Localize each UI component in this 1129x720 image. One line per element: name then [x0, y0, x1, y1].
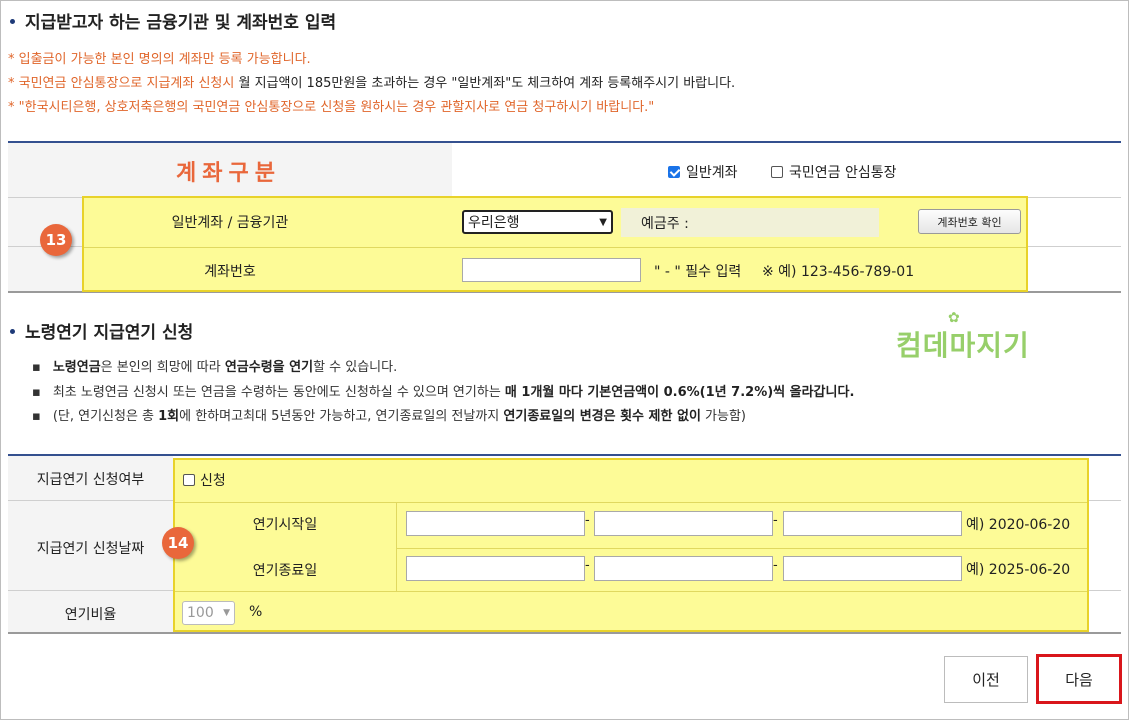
end-day-input[interactable]	[783, 556, 962, 581]
column-divider	[396, 502, 397, 591]
date-separator: -	[773, 513, 778, 528]
watermark-logo: 컴데마지기 ✿	[896, 310, 1030, 362]
row-divider	[175, 591, 1087, 592]
prev-button[interactable]: 이전	[944, 656, 1028, 703]
start-month-input[interactable]	[594, 511, 773, 536]
deferral-info-1: ▪ 노령연금은 본인의 희망에 따라 연금수령을 연기할 수 있습니다.	[32, 360, 398, 375]
step-badge-13: 13	[40, 224, 72, 256]
rate-label: 연기비율	[64, 607, 117, 623]
notice-2: * 국민연금 안심통장으로 지급계좌 신청시 월 지급액이 185만원을 초과하…	[8, 76, 736, 91]
end-month-input[interactable]	[594, 556, 773, 581]
rate-select-value: 100	[187, 605, 214, 621]
apply-option[interactable]: 신청	[183, 470, 226, 490]
rate-select[interactable]: 100 ▼	[182, 601, 235, 625]
end-date-example: 예) 2025-06-20	[966, 562, 1071, 578]
start-day-input[interactable]	[783, 511, 962, 536]
verify-account-button[interactable]: 계좌번호 확인	[918, 209, 1021, 234]
deferral-info-2: ▪ 최초 노령연금 신청시 또는 연금을 수령하는 동안에도 신청하실 수 있으며…	[32, 385, 855, 400]
account-hint-example: ※ 예) 123-456-789-01	[762, 264, 915, 280]
row-divider	[84, 247, 1026, 248]
square-bullet-icon: ▪	[32, 360, 41, 375]
next-button[interactable]: 다음	[1036, 654, 1122, 704]
deferral-section-title: 노령연기 지급연기 신청	[10, 318, 193, 343]
step-badge-14: 14	[162, 527, 194, 559]
date-separator: -	[585, 558, 590, 573]
account-number-input[interactable]	[462, 258, 641, 282]
bank-label: 일반계좌 / 금융기관	[171, 215, 289, 231]
deferral-highlight	[173, 458, 1089, 632]
apply-checkbox[interactable]	[183, 474, 195, 486]
row-divider	[396, 548, 1087, 549]
bullet-icon	[10, 18, 15, 24]
holder-label: 예금주 :	[641, 216, 689, 232]
date-separator: -	[773, 558, 778, 573]
apply-option-label: 신청	[200, 473, 226, 489]
end-year-input[interactable]	[406, 556, 585, 581]
account-hint-required: " - " 필수 입력	[654, 264, 742, 280]
date-separator: -	[585, 513, 590, 528]
option-safe-account[interactable]: 국민연금 안심통장	[771, 162, 897, 182]
bank-select-value: 우리은행	[468, 215, 520, 231]
deferral-info-3: ▪ (단, 연기신청은 총 1회에 한하며고최대 5년동안 가능하고, 연기종료일…	[32, 409, 747, 424]
deferral-table-top-border	[8, 454, 1121, 456]
option-general-account[interactable]: 일반계좌	[668, 162, 738, 182]
row-divider	[175, 502, 1087, 503]
start-date-example: 예) 2020-06-20	[966, 517, 1071, 533]
bullet-icon	[10, 328, 15, 334]
general-account-checkbox[interactable]	[668, 166, 680, 178]
square-bullet-icon: ▪	[32, 385, 41, 400]
notice-3: * "한국시티은행, 상호저축은행의 국민연금 안심통장으로 신청을 원하시는 …	[8, 100, 655, 115]
start-year-input[interactable]	[406, 511, 585, 536]
end-date-label: 연기종료일	[252, 563, 318, 579]
general-account-label: 일반계좌	[686, 165, 738, 181]
flower-icon: ✿	[948, 310, 961, 326]
deferral-table-bottom-border	[8, 632, 1121, 634]
safe-account-checkbox[interactable]	[771, 166, 783, 178]
square-bullet-icon: ▪	[32, 409, 41, 424]
rate-unit: %	[249, 604, 263, 620]
account-type-label: 계좌구분	[176, 161, 281, 186]
account-section-title: 지급받고자 하는 금융기관 및 계좌번호 입력	[10, 8, 336, 33]
date-label: 지급연기 신청날짜	[36, 541, 145, 557]
bank-select[interactable]: 우리은행 ▼	[462, 210, 613, 234]
chevron-down-icon: ▼	[599, 216, 607, 228]
safe-account-label: 국민연금 안심통장	[789, 165, 897, 181]
chevron-down-icon: ▼	[223, 608, 230, 618]
account-number-label: 계좌번호	[204, 264, 256, 280]
notice-1: * 입출금이 가능한 본인 명의의 계좌만 등록 가능합니다.	[8, 52, 311, 67]
apply-label: 지급연기 신청여부	[36, 472, 145, 488]
start-date-label: 연기시작일	[252, 517, 318, 533]
holder-box: 예금주 :	[621, 208, 879, 237]
